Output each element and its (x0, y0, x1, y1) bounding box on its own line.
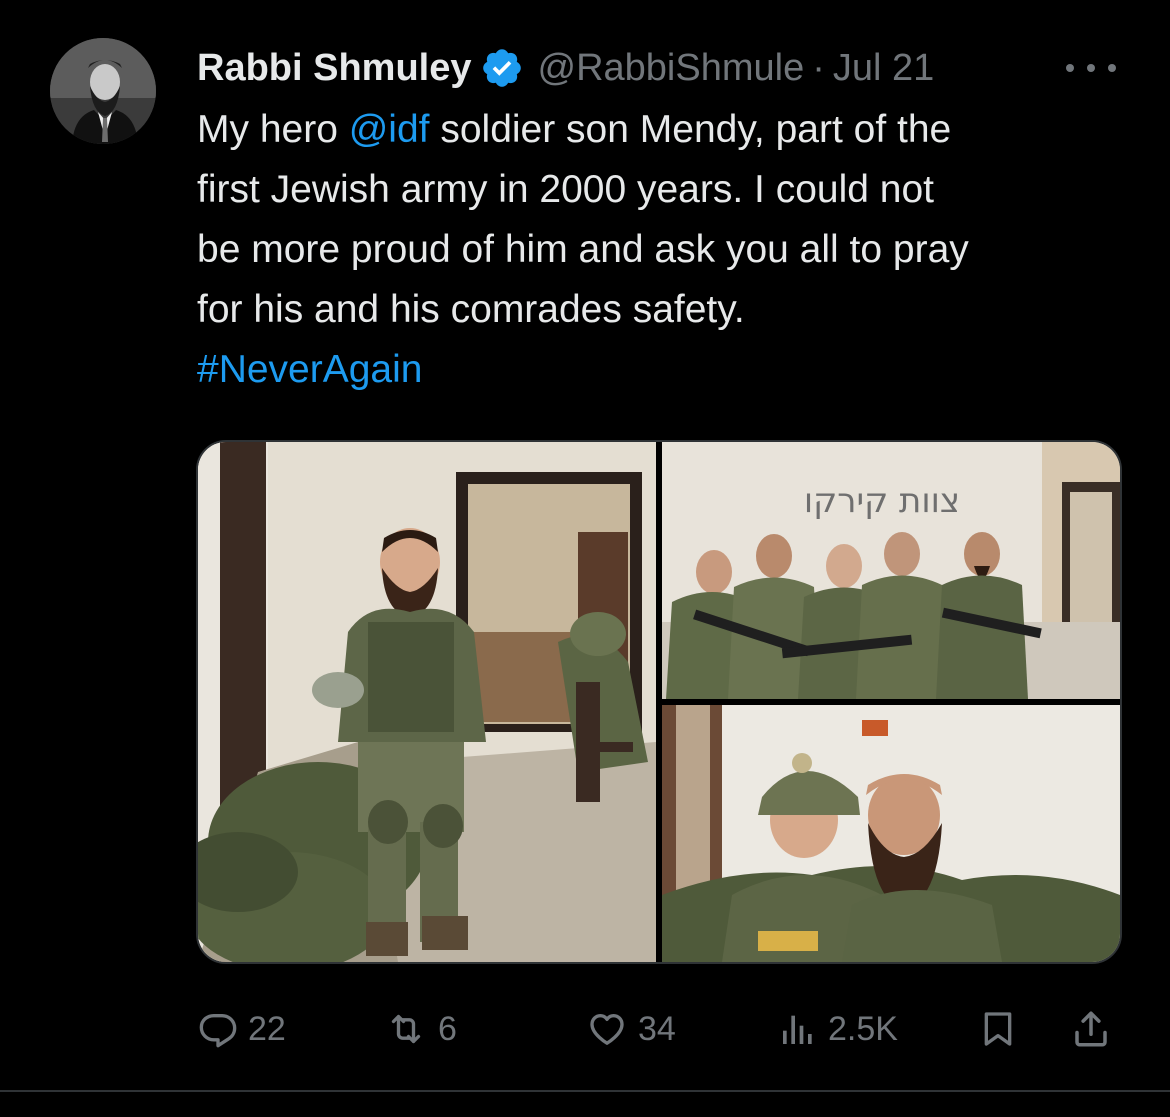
repost-icon (391, 1014, 421, 1044)
more-dot (1108, 64, 1116, 72)
photo-soldiers-group[interactable]: צוות קירקו (662, 442, 1120, 699)
more-options-icon[interactable] (1066, 50, 1116, 86)
photo-soldier-standing[interactable] (198, 442, 656, 962)
more-dot (1066, 64, 1074, 72)
text-segment: My hero (197, 108, 349, 151)
repost-count: 6 (438, 1009, 457, 1048)
repost-button[interactable]: 6 (384, 1000, 457, 1058)
photo-two-soldiers[interactable] (662, 705, 1120, 962)
photo-soldiers-group-image: צוות קירקו (662, 442, 1120, 699)
avatar[interactable] (50, 38, 156, 144)
views-icon (783, 1015, 812, 1044)
more-dot (1087, 64, 1095, 72)
text-segment: soldier son Mendy, part of the (429, 108, 952, 151)
text-segment: for his and his comrades safety. (197, 288, 745, 331)
photo-soldier-standing-image (198, 442, 656, 962)
tweet-text-line: for his and his comrades safety. (197, 280, 1127, 340)
reply-count: 22 (248, 1009, 286, 1048)
tweet-actions: 22 6 34 2.5K (198, 1000, 1118, 1058)
tweet-date[interactable]: Jul 21 (833, 47, 934, 90)
tweet[interactable]: Rabbi Shmuley @RabbiShmule · Jul 21 My h… (0, 0, 1170, 1117)
reply-button[interactable]: 22 (198, 1000, 286, 1058)
tweet-divider (0, 1090, 1170, 1092)
views-count: 2.5K (828, 1009, 898, 1048)
tweet-text-line: My hero @idf soldier son Mendy, part of … (197, 100, 1127, 160)
views-button[interactable]: 2.5K (778, 1000, 898, 1058)
share-icon (1075, 1011, 1107, 1047)
verified-badge-icon (482, 49, 521, 87)
hashtag-link[interactable]: #NeverAgain (197, 348, 422, 391)
text-segment: first Jewish army in 2000 years. I could… (197, 168, 934, 211)
reply-icon (199, 1014, 237, 1048)
tweet-text-line: first Jewish army in 2000 years. I could… (197, 160, 1127, 220)
share-button[interactable] (1070, 1000, 1112, 1058)
tweet-header: Rabbi Shmuley @RabbiShmule · Jul 21 (197, 44, 934, 92)
like-button[interactable]: 34 (586, 1000, 676, 1058)
display-name[interactable]: Rabbi Shmuley (197, 47, 472, 90)
wall-graffiti-text: צוות קירקו (804, 481, 960, 521)
bookmark-button[interactable] (978, 1000, 1018, 1058)
photo-two-soldiers-image (662, 705, 1120, 962)
tweet-text: My hero @idf soldier son Mendy, part of … (197, 100, 1127, 400)
media-grid: צוות קירקו (196, 440, 1122, 964)
separator-dot: · (812, 46, 825, 89)
user-handle[interactable]: @RabbiShmule (538, 47, 805, 90)
tweet-text-line: be more proud of him and ask you all to … (197, 220, 1127, 280)
mention-idf-link[interactable]: @idf (349, 108, 430, 151)
like-icon (590, 1014, 624, 1045)
tweet-text-line: #NeverAgain (197, 340, 1127, 400)
like-count: 34 (638, 1009, 676, 1048)
text-segment: be more proud of him and ask you all to … (197, 228, 969, 271)
bookmark-icon (984, 1012, 1012, 1046)
avatar-image (50, 38, 156, 144)
